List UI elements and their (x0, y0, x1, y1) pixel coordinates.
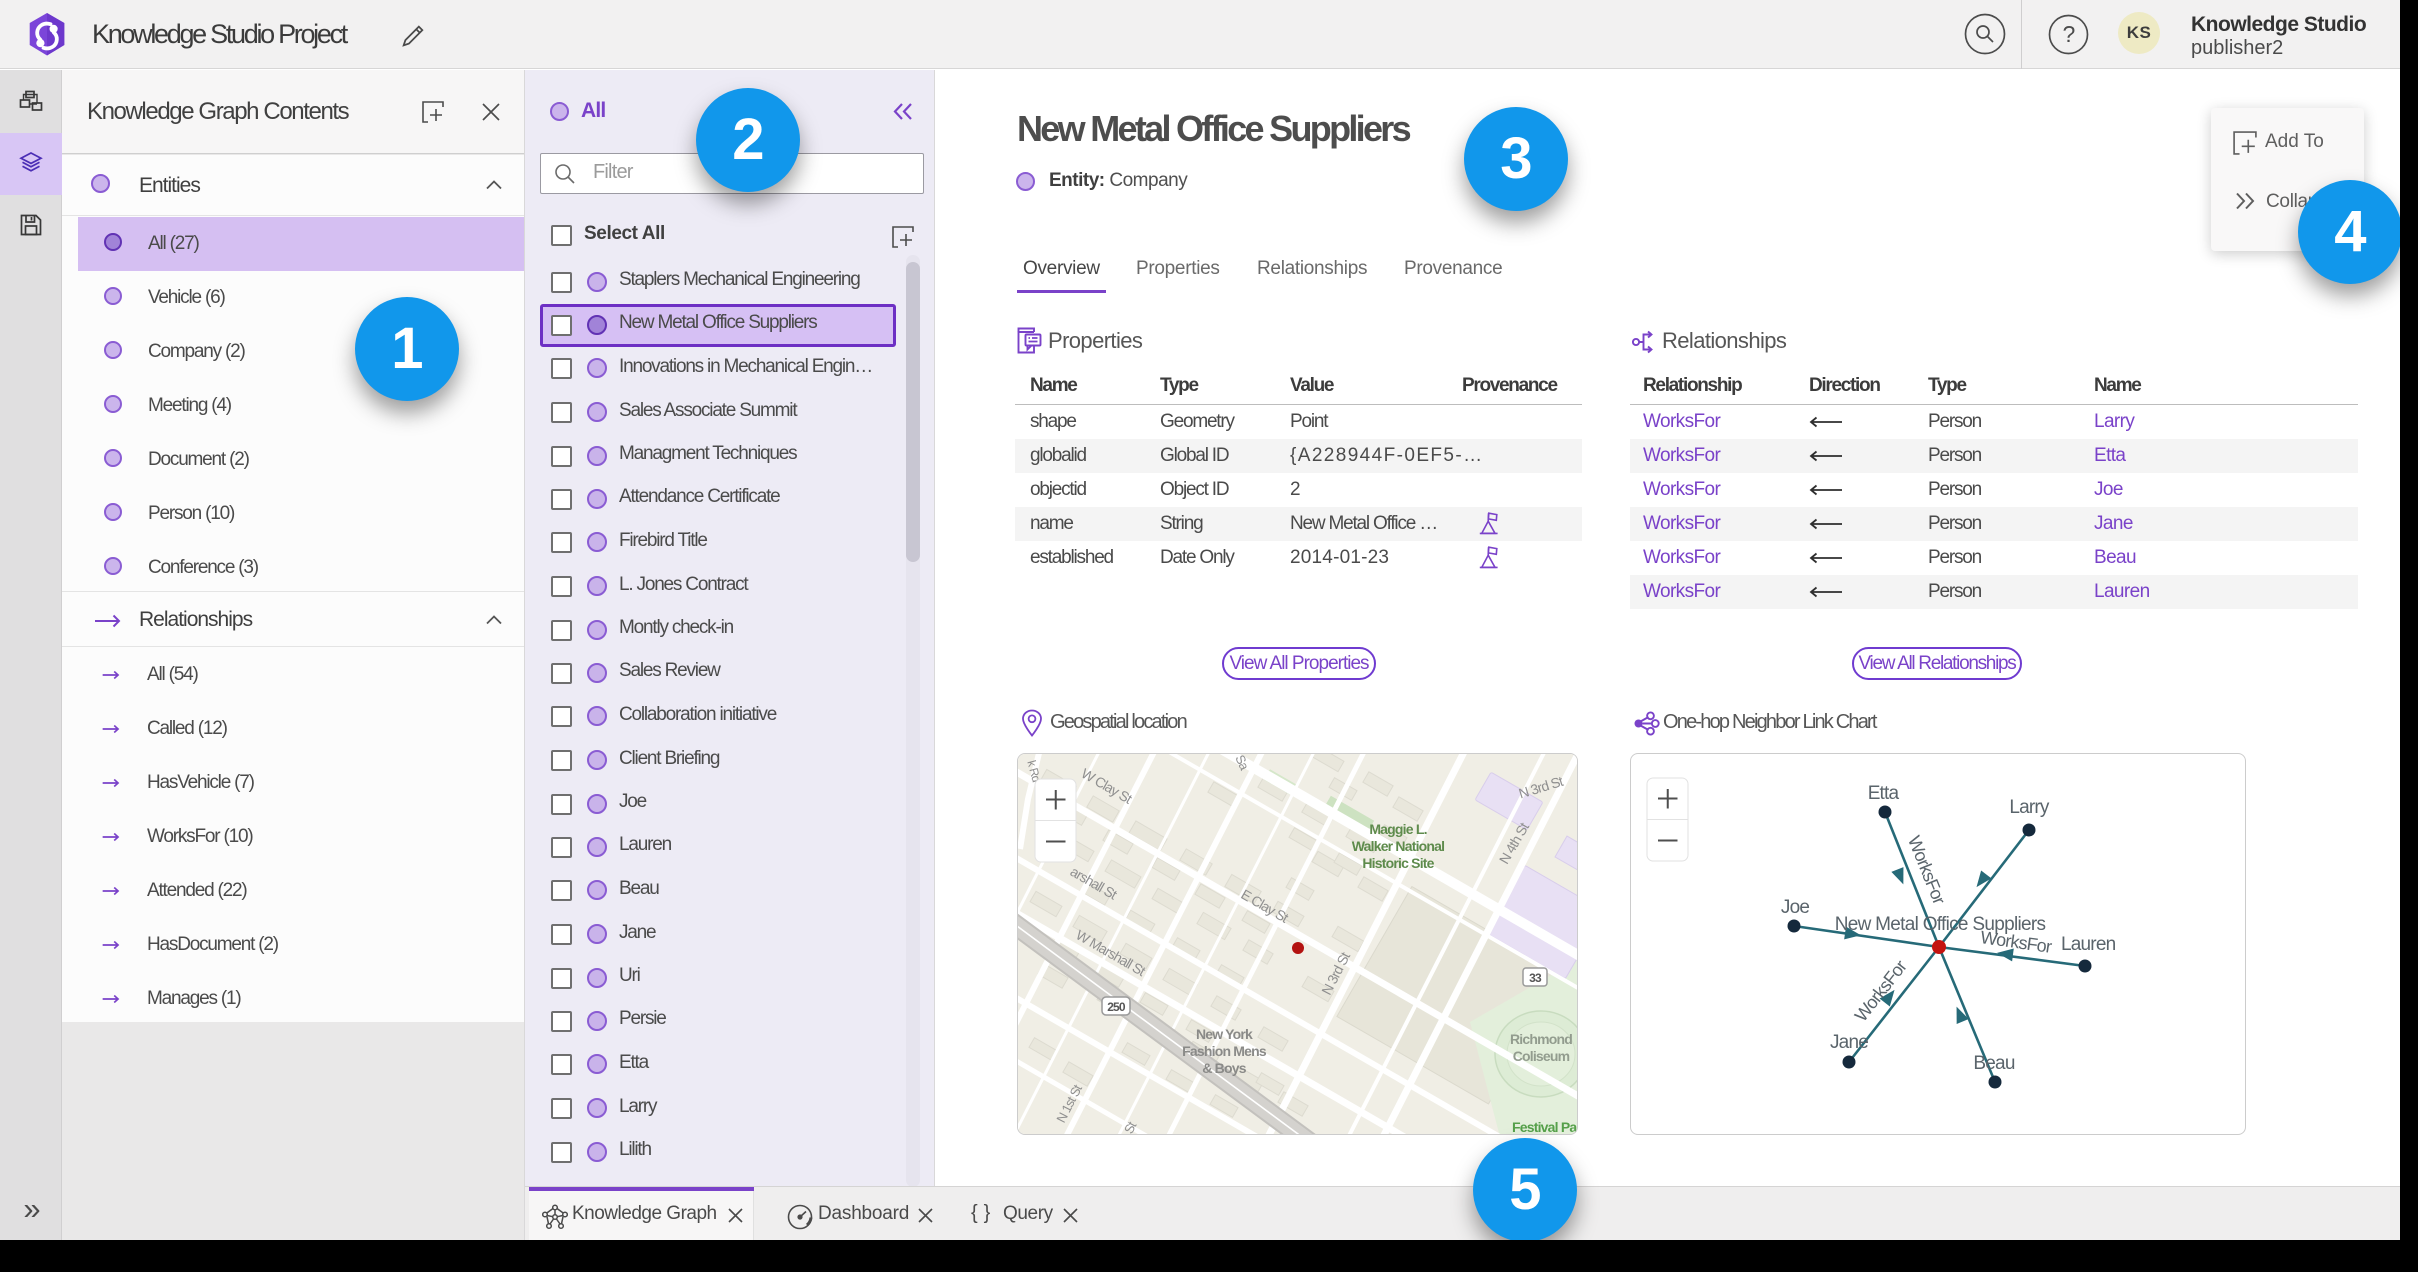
svg-text:WorksFor: WorksFor (1851, 956, 1911, 1025)
svg-text:Richmond: Richmond (1510, 1031, 1572, 1047)
svg-text:Joe: Joe (1781, 897, 1809, 918)
svg-text:Festival Park: Festival Park (1512, 1119, 1578, 1135)
svg-text:Etta: Etta (1868, 783, 1900, 804)
svg-text:Jane: Jane (1830, 1032, 1868, 1053)
svg-text:250: 250 (1107, 1000, 1126, 1014)
svg-text:Walker National: Walker National (1352, 838, 1445, 854)
svg-text:Lauren: Lauren (2061, 934, 2116, 955)
svg-text:Historic Site: Historic Site (1362, 855, 1434, 871)
svg-text:Larry: Larry (2009, 797, 2050, 818)
svg-text:New York: New York (1196, 1026, 1253, 1042)
svg-text:33: 33 (1529, 971, 1542, 985)
svg-text:WorksFor: WorksFor (1904, 833, 1950, 907)
svg-text:Maggie L.: Maggie L. (1369, 821, 1426, 837)
svg-text:Coliseum: Coliseum (1513, 1048, 1570, 1064)
svg-text:Fashion Mens: Fashion Mens (1182, 1043, 1267, 1059)
svg-text:& Boys: & Boys (1202, 1060, 1246, 1076)
svg-text:Beau: Beau (1973, 1053, 2014, 1074)
